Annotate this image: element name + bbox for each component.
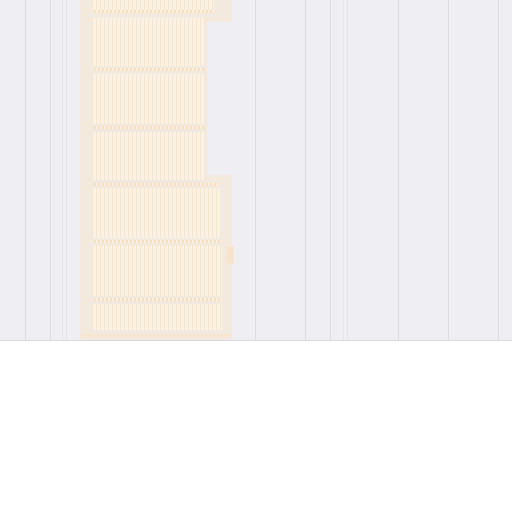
canvas-border xyxy=(0,340,512,341)
grid-line xyxy=(62,0,63,340)
grid-line xyxy=(330,0,331,340)
divider-line xyxy=(94,10,214,13)
grid-line xyxy=(66,0,67,340)
grid-line xyxy=(25,0,26,340)
divider-line xyxy=(94,240,222,243)
divider-line xyxy=(94,126,204,129)
hatched-band xyxy=(92,74,204,124)
grid-line xyxy=(305,0,306,340)
hatched-band xyxy=(92,18,204,66)
hatched-band xyxy=(92,246,222,296)
grid-line xyxy=(255,0,256,340)
grid-line xyxy=(398,0,399,340)
grid-line xyxy=(498,0,499,340)
grid-line xyxy=(50,0,51,340)
hatched-band xyxy=(92,188,220,238)
bottom-bar xyxy=(82,334,230,337)
canvas-area xyxy=(0,0,512,341)
divider-line xyxy=(94,183,218,186)
side-tab xyxy=(226,246,234,264)
highlight-notch xyxy=(207,22,233,175)
hatched-band xyxy=(92,132,204,180)
grid-line xyxy=(347,0,348,340)
grid-line xyxy=(448,0,449,340)
divider-line xyxy=(94,68,204,71)
grid-line xyxy=(343,0,344,340)
divider-line xyxy=(94,298,222,301)
hatched-band xyxy=(92,0,214,10)
hatched-band xyxy=(92,304,222,330)
